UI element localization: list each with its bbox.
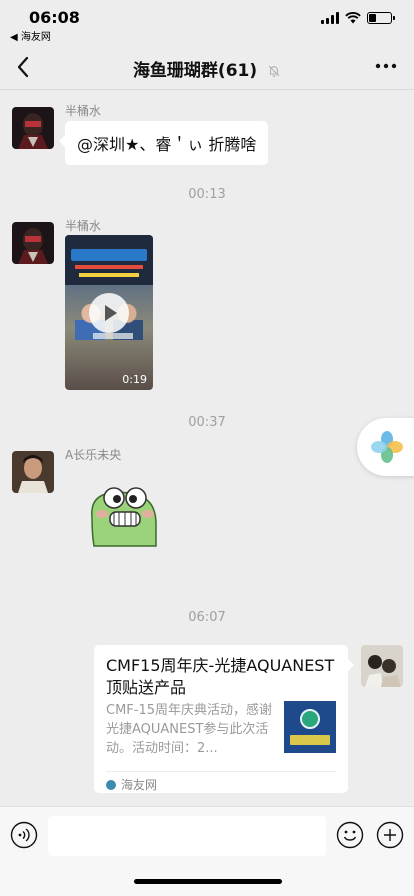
back-to-app-link[interactable]: ◀ 海友网	[10, 28, 51, 43]
link-card-message[interactable]: CMF15周年庆-光捷AQUANEST顶贴送产品 CMF-15周年庆典活动，感谢…	[94, 645, 354, 793]
link-title: CMF15周年庆-光捷AQUANEST顶贴送产品	[106, 656, 335, 697]
timestamp: 00:37	[188, 415, 226, 430]
play-icon[interactable]	[89, 293, 129, 333]
video-thumbnail-subtitle	[93, 333, 133, 339]
chat-title: 海鱼珊瑚群(61)	[132, 61, 258, 81]
sender-name: 半桶水	[65, 219, 102, 233]
add-plus-icon[interactable]	[376, 821, 404, 849]
avatar-banbanshui[interactable]	[12, 222, 54, 264]
message-bubble[interactable]: @深圳★、睿＇ぃ 折腾啥	[58, 121, 269, 165]
avatar-banbanshui[interactable]	[12, 107, 54, 149]
video-thumbnail-caption	[75, 265, 143, 269]
chat-title-wrap: 海鱼珊瑚群(61)	[0, 56, 414, 81]
more-options-icon[interactable]	[374, 56, 398, 76]
status-bar: 06:08 ◀ 海友网	[0, 0, 414, 44]
signal-icon	[321, 12, 339, 24]
timestamp: 06:07	[188, 610, 226, 625]
floating-pinwheel-icon	[371, 431, 403, 463]
message-input[interactable]	[48, 816, 326, 856]
sender-name: A长乐未央	[65, 448, 122, 462]
mute-bell-icon	[268, 65, 280, 77]
sender-name: 半桶水	[65, 104, 102, 118]
status-icons	[321, 12, 395, 24]
avatar-changle[interactable]	[12, 451, 54, 493]
source-logo-icon	[106, 779, 116, 790]
video-duration: 0:19	[122, 373, 147, 386]
link-description: CMF-15周年庆典活动，感谢光捷AQUANEST参与此次活动。活动时间：2..…	[106, 703, 273, 756]
link-source: 海友网	[106, 771, 336, 793]
avatar-self[interactable]	[361, 645, 403, 687]
chat-nav-bar: 海鱼珊瑚群(61)	[0, 44, 414, 90]
status-time: 06:08	[29, 8, 80, 27]
sticker-frog-grin[interactable]	[84, 480, 164, 548]
video-thumbnail-title-bar	[71, 249, 147, 261]
battery-level	[369, 14, 377, 22]
link-thumbnail	[284, 701, 336, 753]
voice-input-icon[interactable]	[10, 821, 38, 849]
wifi-icon	[345, 12, 361, 24]
floating-window-button[interactable]	[357, 418, 414, 476]
emoji-icon[interactable]	[336, 821, 364, 849]
link-thumbnail-logo	[300, 709, 320, 729]
link-source-name: 海友网	[121, 778, 158, 792]
video-message[interactable]: 0:19	[65, 235, 153, 390]
home-indicator	[134, 879, 282, 884]
link-thumbnail-label	[290, 735, 330, 745]
battery-icon	[367, 12, 395, 24]
timestamp: 00:13	[188, 187, 226, 202]
video-thumbnail-caption	[79, 273, 139, 277]
